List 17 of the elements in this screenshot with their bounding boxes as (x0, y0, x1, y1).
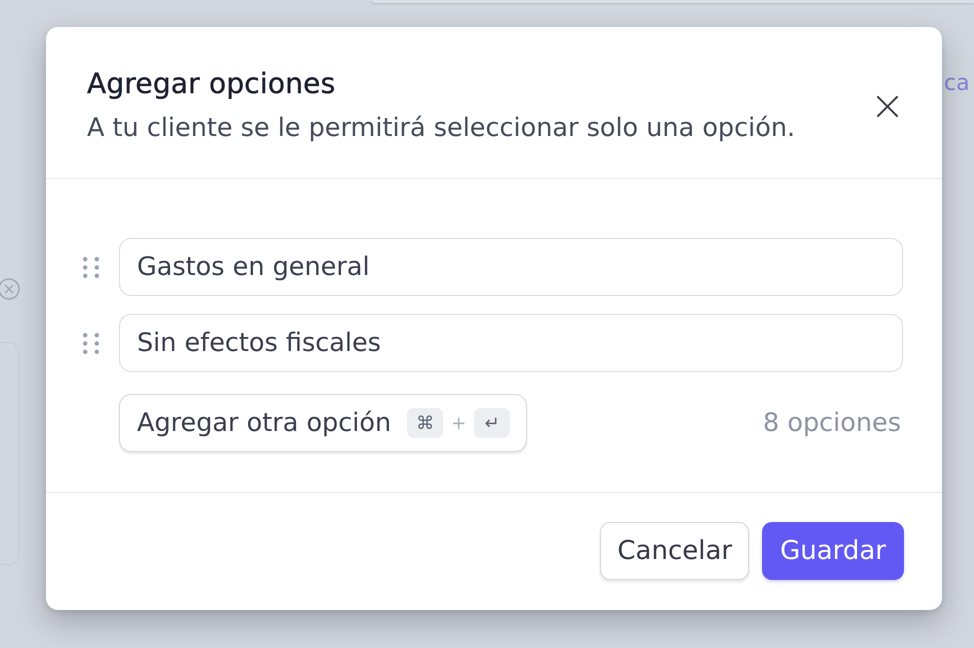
link-text: ca (944, 70, 970, 98)
close-icon (877, 96, 898, 116)
cancel-button[interactable]: Cancelar (600, 522, 750, 580)
option-input[interactable]: Gastos en general (119, 238, 903, 296)
option-count: 8 opciones (763, 408, 901, 438)
drag-handle-icon[interactable] (83, 256, 99, 278)
dialog-title: Agregar opciones (87, 67, 336, 101)
shortcut-key: ⌘ (407, 408, 444, 438)
add-option-button[interactable]: Agregar otra opción ⌘ + ↵ (119, 394, 528, 452)
circle-x-icon (0, 278, 20, 300)
dialog-subtitle: A tu cliente se le permitirá seleccionar solo una opción. (87, 112, 796, 145)
drag-handle-icon[interactable] (83, 332, 99, 354)
option-input[interactable]: Sin efectos fiscales (119, 314, 903, 372)
shortcut-separator: + (451, 412, 466, 434)
save-button[interactable]: Guardar (762, 522, 904, 580)
shortcut-key: ↵ (474, 408, 510, 438)
close-button[interactable] (877, 96, 898, 116)
